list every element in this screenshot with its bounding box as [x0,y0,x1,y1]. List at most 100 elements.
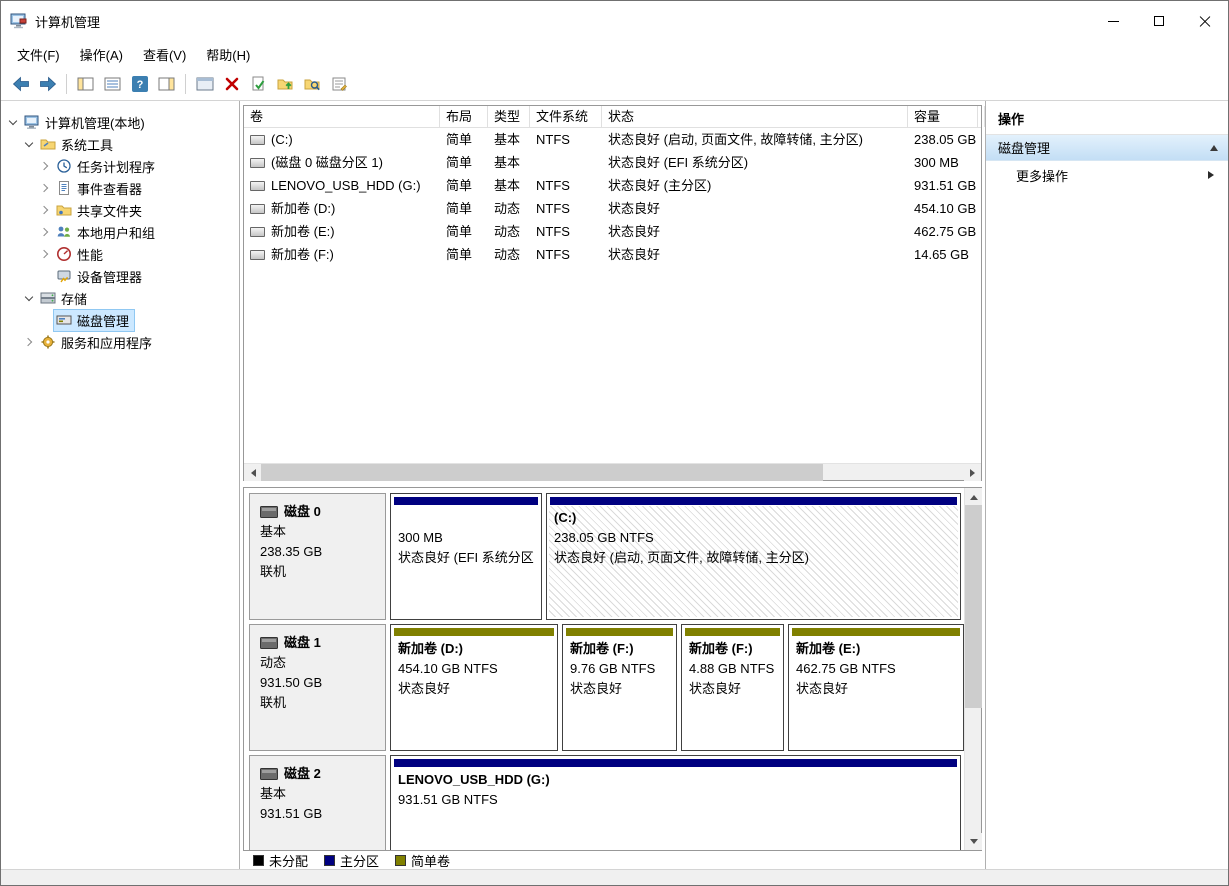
export-list-icon[interactable] [99,70,126,97]
disk-partitions-0: 300 MB 状态良好 (EFI 系统分区) (C:) 238.05 GB NT… [390,493,959,620]
vertical-scrollbar[interactable] [964,488,981,850]
tree-item-performance[interactable]: 性能 [1,243,239,265]
column-header-volume[interactable]: 卷 [244,106,440,127]
volume-icon [250,181,265,191]
forward-icon[interactable] [34,70,61,97]
disk-row-1: 磁盘 1 动态 931.50 GB 联机 新加卷 (D:) 454.10 GB … [249,624,959,751]
chevron-down-icon[interactable] [21,136,37,152]
scroll-down-icon[interactable] [965,833,982,850]
legend-simple-volume: 简单卷 [395,851,450,870]
tree-item-disk-management[interactable]: 磁盘管理 [1,309,239,331]
tree-item-system-tools[interactable]: 系统工具 [1,133,239,155]
scroll-right-icon[interactable] [964,464,981,481]
tree-item-shared-folders[interactable]: 共享文件夹 [1,199,239,221]
disk-management-icon [56,312,73,328]
menu-action[interactable]: 操作(A) [70,41,133,68]
partition-g-drive[interactable]: LENOVO_USB_HDD (G:) 931.51 GB NTFS [390,755,961,850]
legend-color-swatch [324,855,335,866]
chevron-right-icon[interactable] [37,224,53,240]
tree-item-computer-management[interactable]: 计算机管理(本地) [1,111,239,133]
table-row[interactable]: (C:) 简单 基本 NTFS 状态良好 (启动, 页面文件, 故障转储, 主分… [244,128,981,151]
tree-item-services-applications[interactable]: 服务和应用程序 [1,331,239,353]
column-header-status[interactable]: 状态 [602,106,908,127]
table-row[interactable]: 新加卷 (E:) 简单 动态 NTFS 状态良好 462.75 GB [244,220,981,243]
disk-info-0[interactable]: 磁盘 0 基本 238.35 GB 联机 [249,493,386,620]
toolbar-separator [66,74,67,94]
back-icon[interactable] [7,70,34,97]
partition-d-volume[interactable]: 新加卷 (D:) 454.10 GB NTFS 状态良好 [390,624,558,751]
shared-folders-icon [56,202,73,218]
disk-icon [260,506,278,518]
window-controls [1090,1,1228,41]
show-console-tree-icon[interactable] [72,70,99,97]
users-groups-icon [56,224,73,240]
menu-view[interactable]: 查看(V) [133,41,196,68]
app-icon [10,12,28,30]
tree-item-local-users-groups[interactable]: 本地用户和组 [1,221,239,243]
tree-item-device-manager[interactable]: 设备管理器 [1,265,239,287]
task-scheduler-icon [56,158,73,174]
legend-color-swatch [395,855,406,866]
tree-item-storage[interactable]: 存储 [1,287,239,309]
chevron-right-icon[interactable] [37,246,53,262]
delete-volume-icon[interactable] [218,70,245,97]
system-tools-icon [40,136,57,152]
scrollbar-track[interactable] [261,464,964,480]
scrollbar-track[interactable] [965,505,981,833]
partition-c-drive[interactable]: (C:) 238.05 GB NTFS 状态良好 (启动, 页面文件, 故障转储… [546,493,961,620]
status-bar [1,869,1228,885]
column-header-filesystem[interactable]: 文件系统 [530,106,602,127]
tree-item-task-scheduler[interactable]: 任务计划程序 [1,155,239,177]
table-row[interactable]: 新加卷 (F:) 简单 动态 NTFS 状态良好 14.65 GB [244,243,981,266]
close-button[interactable] [1182,1,1228,41]
table-row[interactable]: 新加卷 (D:) 简单 动态 NTFS 状态良好 454.10 GB [244,197,981,220]
chevron-right-icon[interactable] [37,202,53,218]
volume-icon [250,250,265,260]
explore-folder-icon[interactable] [299,70,326,97]
table-row[interactable]: LENOVO_USB_HDD (G:) 简单 基本 NTFS 状态良好 (主分区… [244,174,981,197]
volume-icon [250,135,265,145]
show-action-pane-icon[interactable] [153,70,180,97]
column-header-capacity[interactable]: 容量 [908,106,978,127]
partition-f-volume-2[interactable]: 新加卷 (F:) 4.88 GB NTFS 状态良好 [681,624,784,751]
scroll-left-icon[interactable] [244,464,261,481]
disk-canvas: 磁盘 0 基本 238.35 GB 联机 300 MB [244,488,964,850]
partition-f-volume-1[interactable]: 新加卷 (F:) 9.76 GB NTFS 状态良好 [562,624,677,751]
scrollbar-thumb[interactable] [261,464,823,481]
disk-info-2[interactable]: 磁盘 2 基本 931.51 GB [249,755,386,850]
collapse-chevron-icon[interactable] [1210,141,1218,151]
minimize-button[interactable] [1090,1,1136,41]
scroll-up-icon[interactable] [965,488,982,505]
volume-icon [250,158,265,168]
legend-primary-partition: 主分区 [324,851,379,870]
help-icon[interactable]: ? [126,70,153,97]
partition-color-strip [394,628,554,636]
horizontal-scrollbar[interactable] [244,463,981,480]
actions-section-disk-management[interactable]: 磁盘管理 [986,135,1228,161]
legend-unallocated: 未分配 [253,851,308,870]
scrollbar-thumb[interactable] [965,505,982,708]
partition-efi[interactable]: 300 MB 状态良好 (EFI 系统分区) [390,493,542,620]
chevron-down-icon[interactable] [21,290,37,306]
menu-file[interactable]: 文件(F) [7,41,70,68]
check-script-icon[interactable] [245,70,272,97]
column-header-filler [978,106,985,127]
tree-item-event-viewer[interactable]: 事件查看器 [1,177,239,199]
maximize-button[interactable] [1136,1,1182,41]
partition-e-volume[interactable]: 新加卷 (E:) 462.75 GB NTFS 状态良好 [788,624,964,751]
computer-icon [24,114,41,130]
chevron-right-icon[interactable] [21,334,37,350]
column-header-layout[interactable]: 布局 [440,106,488,127]
menu-help[interactable]: 帮助(H) [196,41,260,68]
disk-info-1[interactable]: 磁盘 1 动态 931.50 GB 联机 [249,624,386,751]
properties-form-icon[interactable] [326,70,353,97]
table-row[interactable]: (磁盘 0 磁盘分区 1) 简单 基本 状态良好 (EFI 系统分区) 300 … [244,151,981,174]
actions-pane: 操作 磁盘管理 更多操作 [986,101,1228,869]
column-header-type[interactable]: 类型 [488,106,530,127]
properties-dialog-icon[interactable] [191,70,218,97]
chevron-right-icon[interactable] [37,180,53,196]
folder-up-icon[interactable] [272,70,299,97]
chevron-right-icon[interactable] [37,158,53,174]
more-actions-item[interactable]: 更多操作 [986,161,1228,189]
chevron-down-icon[interactable] [5,114,21,130]
